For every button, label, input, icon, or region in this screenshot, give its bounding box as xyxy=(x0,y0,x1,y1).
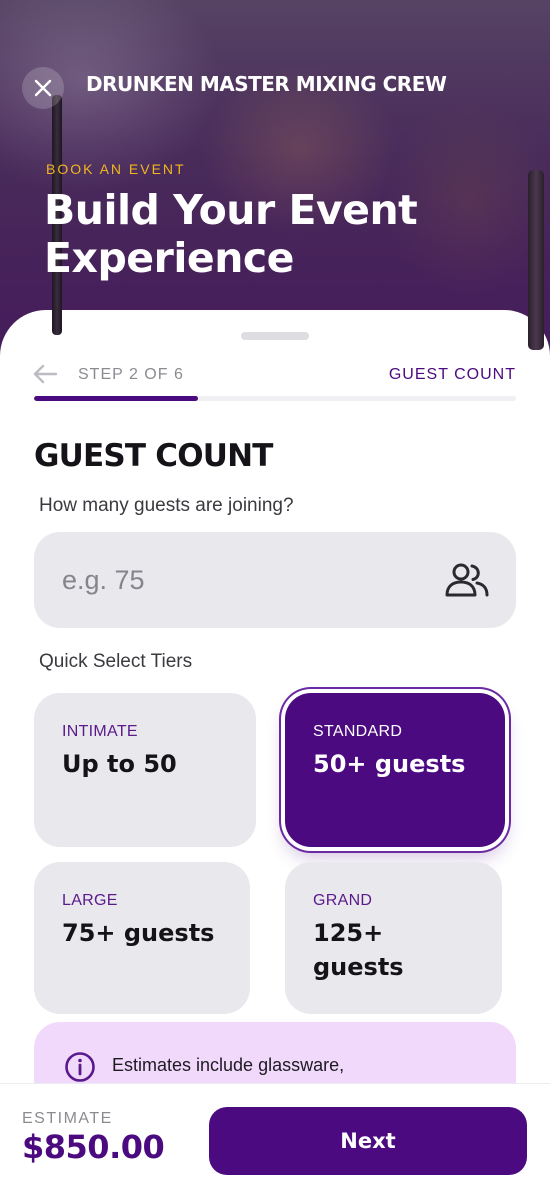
estimate-label: ESTIMATE xyxy=(22,1110,113,1127)
users-icon xyxy=(445,563,489,597)
progress-bar xyxy=(34,396,516,401)
close-button[interactable] xyxy=(22,67,64,109)
next-button[interactable]: Next xyxy=(209,1107,527,1175)
tier-card-grand[interactable]: GRAND 125+ guests xyxy=(285,862,502,1014)
close-icon xyxy=(34,79,52,97)
footer-bar: ESTIMATE $850.00 Next xyxy=(0,1083,550,1200)
booking-sheet: STEP 2 OF 6 GUEST COUNT GUEST COUNT How … xyxy=(0,310,550,1200)
tier-value: Up to 50 xyxy=(62,750,177,778)
tier-value: 75+ guests xyxy=(62,919,215,947)
tier-value: 50+ guests xyxy=(313,750,466,778)
tier-card-intimate[interactable]: INTIMATE Up to 50 xyxy=(34,693,256,847)
tier-name: INTIMATE xyxy=(62,723,138,740)
brand-name: DRUNKEN MASTER MIXING CREW xyxy=(86,72,447,96)
tier-value: 125+ guests xyxy=(313,919,404,981)
tier-name: STANDARD xyxy=(313,723,403,740)
tiers-label: Quick Select Tiers xyxy=(39,651,193,672)
estimate-value: $850.00 xyxy=(22,1128,165,1166)
tier-card-standard[interactable]: STANDARD 50+ guests xyxy=(285,693,505,847)
guest-count-input[interactable] xyxy=(62,532,442,628)
step-name: GUEST COUNT xyxy=(388,366,516,383)
guest-count-field[interactable] xyxy=(34,532,516,628)
eyebrow-label: BOOK AN EVENT xyxy=(46,161,186,177)
tier-card-large[interactable]: LARGE 75+ guests xyxy=(34,862,250,1014)
section-title: GUEST COUNT xyxy=(34,438,273,474)
arrow-left-icon[interactable] xyxy=(32,363,58,385)
info-icon xyxy=(65,1052,95,1082)
hero-banner: DRUNKEN MASTER MIXING CREW BOOK AN EVENT… xyxy=(0,0,550,360)
tier-name: GRAND xyxy=(313,892,373,909)
page-title: Build Your Event Experience xyxy=(44,186,418,282)
guest-question-label: How many guests are joining? xyxy=(39,495,294,516)
info-text: Estimates include glassware, xyxy=(112,1055,345,1075)
step-indicator: STEP 2 OF 6 xyxy=(78,366,184,383)
tier-name: LARGE xyxy=(62,892,118,909)
progress-fill xyxy=(34,396,198,401)
